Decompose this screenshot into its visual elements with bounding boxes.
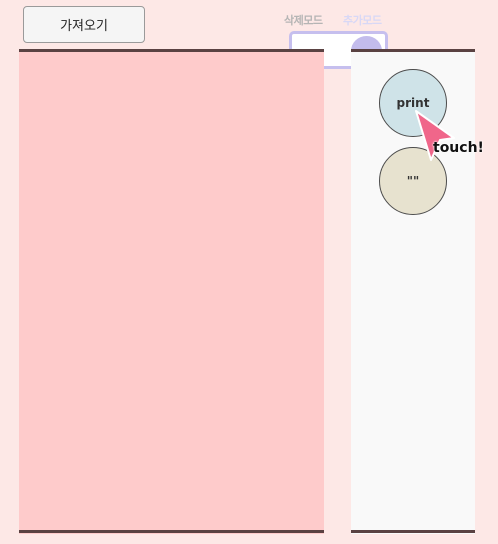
fetch-button[interactable]: 가져오기	[23, 6, 145, 43]
workspace-bottom-border	[19, 530, 324, 533]
delete-mode-label: 삭제모드	[284, 14, 323, 27]
add-mode-label: 추가모드	[343, 14, 382, 27]
workspace-top-border	[19, 49, 324, 52]
code-workspace[interactable]	[19, 50, 324, 534]
palette-bottom-border	[351, 530, 475, 533]
palette-top-border	[351, 49, 475, 52]
touch-hint-label: touch!	[433, 140, 484, 156]
